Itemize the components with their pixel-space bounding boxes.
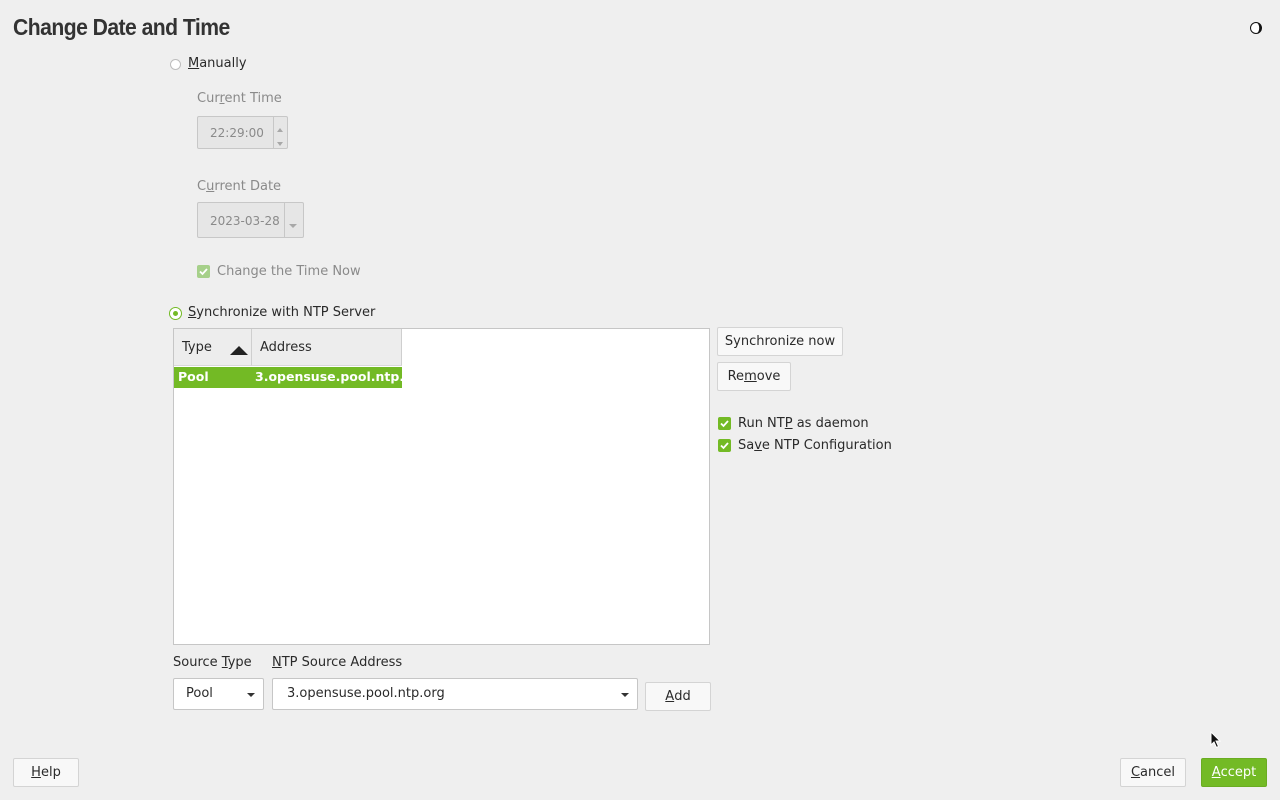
check-icon [720, 420, 729, 428]
help-button[interactable]: Help [13, 758, 79, 787]
manually-radio[interactable] [170, 59, 181, 70]
current-time-value: 22:29:00 [210, 126, 264, 140]
current-time-field[interactable]: 22:29:00 [197, 116, 288, 149]
change-time-now-label: Change the Time Now [217, 264, 361, 279]
run-ntp-daemon-checkbox[interactable] [718, 417, 731, 430]
current-time-label: Current Time [197, 91, 282, 106]
source-type-value: Pool [186, 686, 213, 701]
column-header-type[interactable]: Type [174, 329, 252, 366]
current-date-value: 2023-03-28 [210, 214, 280, 228]
ntp-source-address-label: NTP Source Address [272, 655, 403, 670]
save-ntp-config-checkbox[interactable] [718, 439, 731, 452]
chevron-down-icon [621, 693, 629, 697]
ntp-sync-radio[interactable] [169, 307, 182, 320]
save-ntp-config-label[interactable]: Save NTP Configuration [738, 438, 892, 453]
current-date-label: Current Date [197, 179, 282, 194]
ntp-source-address-combo[interactable]: 3.opensuse.pool.ntp.org [272, 678, 638, 710]
run-ntp-daemon-label[interactable]: Run NTP as daemon [738, 416, 869, 431]
spin-up-icon[interactable] [276, 122, 284, 136]
source-type-label: Source Type [173, 655, 252, 670]
spin-down-icon[interactable] [276, 136, 284, 150]
cancel-button[interactable]: Cancel [1120, 758, 1186, 787]
remove-button[interactable]: Re m ove [717, 362, 791, 391]
page-title: Change Date and Time [13, 14, 230, 40]
add-button[interactable]: Add [645, 682, 711, 711]
check-icon [720, 442, 729, 450]
ntp-sync-label[interactable]: Synchronize with NTP Server [188, 305, 375, 320]
mouse-cursor-icon [1210, 730, 1222, 753]
accept-button[interactable]: Accept [1201, 758, 1267, 787]
chevron-down-icon [247, 693, 255, 697]
half-moon-icon[interactable] [1249, 21, 1263, 35]
cell-type: Pool [178, 369, 209, 384]
sort-ascending-icon [230, 344, 248, 359]
current-date-field[interactable]: 2023-03-28 [197, 202, 304, 238]
cell-address: 3.opensuse.pool.ntp.org [255, 369, 428, 384]
source-type-select[interactable]: Pool [173, 678, 264, 710]
ntp-source-address-value: 3.opensuse.pool.ntp.org [287, 686, 445, 701]
change-time-now-checkbox[interactable] [197, 265, 210, 278]
ntp-server-table[interactable]: Type Address Pool 3.opensuse.pool.ntp.or… [173, 328, 710, 645]
table-row[interactable]: Pool 3.opensuse.pool.ntp.org [174, 367, 428, 388]
synchronize-now-button[interactable]: Synchronize now [717, 327, 843, 356]
check-icon [199, 268, 208, 276]
dropdown-arrow-icon[interactable] [289, 218, 297, 232]
manually-label[interactable]: Manually [188, 56, 247, 71]
column-header-address[interactable]: Address [252, 329, 402, 366]
